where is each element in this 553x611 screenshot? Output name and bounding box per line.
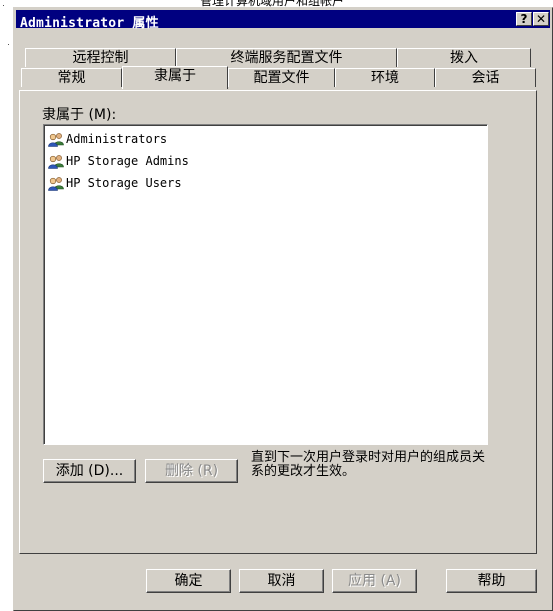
- tab-sessions[interactable]: 会话: [435, 68, 536, 87]
- group-name: HP Storage Admins: [66, 154, 189, 168]
- help-button[interactable]: 帮助: [446, 569, 537, 593]
- membership-note: 直到下一次用户登录时对用户的组成员关系的更改才生效。: [251, 450, 486, 479]
- close-icon[interactable]: ✕: [533, 12, 549, 26]
- tab-general[interactable]: 常规: [21, 68, 122, 87]
- cancel-button[interactable]: 取消: [239, 569, 324, 593]
- tab-remote-control[interactable]: 远程控制: [25, 48, 176, 67]
- tab-terminal-services-profile[interactable]: 终端服务配置文件: [176, 48, 397, 67]
- tab-member-of[interactable]: 隶属于: [122, 66, 228, 89]
- desktop-dot: [3, 5, 4, 6]
- apply-button[interactable]: 应用 (A): [332, 569, 417, 593]
- title-bar[interactable]: Administrator 属性 ? ✕: [16, 10, 550, 31]
- tab-profile[interactable]: 配置文件: [228, 68, 335, 87]
- help-icon[interactable]: ?: [516, 12, 532, 26]
- group-name: HP Storage Users: [66, 176, 182, 190]
- users-group-icon: [48, 133, 64, 147]
- remove-button[interactable]: 删除 (R): [145, 459, 238, 483]
- desktop-dot: [8, 44, 9, 45]
- ok-button[interactable]: 确定: [146, 569, 231, 593]
- tab-environment[interactable]: 环境: [335, 68, 435, 87]
- add-button[interactable]: 添加 (D)...: [43, 459, 136, 483]
- dialog-title: Administrator 属性: [20, 16, 159, 31]
- member-of-label: 隶属于 (M):: [42, 107, 117, 123]
- tab-dial-in[interactable]: 拨入: [397, 48, 531, 67]
- users-group-icon: [48, 155, 64, 169]
- group-name: Administrators: [66, 132, 168, 146]
- member-of-list[interactable]: Administrators HP Storage Admins HP Stor…: [43, 124, 488, 445]
- users-group-icon: [48, 177, 64, 191]
